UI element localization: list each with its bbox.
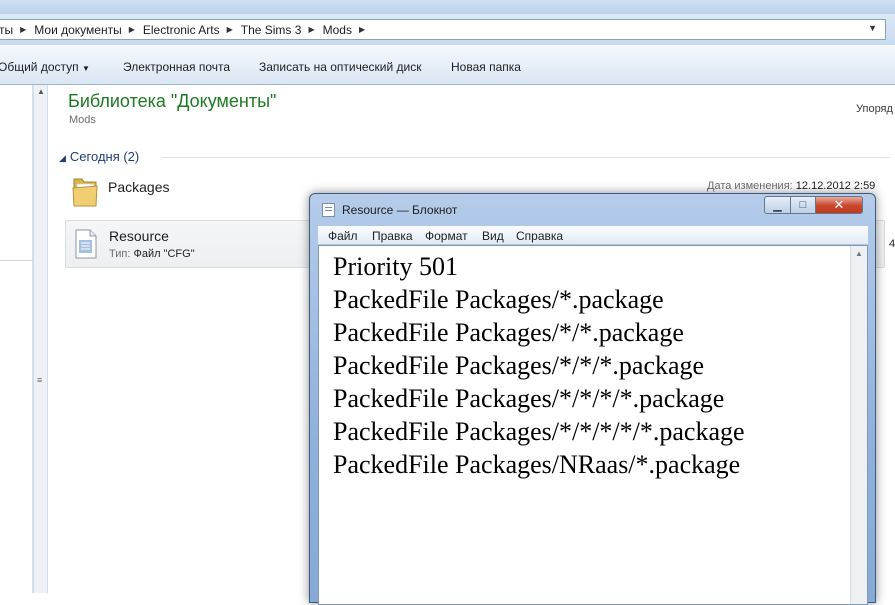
- breadcrumb-item[interactable]: The Sims 3: [235, 23, 307, 37]
- command-bar: Общий доступ ▼ Электронная почта Записат…: [0, 45, 895, 85]
- menu-format[interactable]: Формат: [425, 229, 468, 243]
- text-editor[interactable]: Priority 501 PackedFile Packages/*.packag…: [318, 245, 868, 605]
- explorer-title-strip: [0, 0, 895, 14]
- address-bar: ты ▶ Мои документы ▶ Electronic Arts ▶ T…: [0, 14, 895, 45]
- breadcrumb-item[interactable]: Mods: [317, 23, 357, 37]
- text-line: PackedFile Packages/*/*/*/*.package: [333, 384, 725, 413]
- file-type: Тип: Файл "CFG": [109, 248, 195, 260]
- date-label: Дата изменения:: [707, 180, 793, 192]
- date-value: 12.12.2012 2:59: [795, 180, 876, 192]
- text-line: PackedFile Packages/*/*/*.package: [333, 351, 705, 380]
- notepad-icon[interactable]: [322, 203, 335, 217]
- new-folder-button[interactable]: Новая папка: [451, 60, 521, 74]
- window-title: Resource — Блокнот: [342, 203, 458, 217]
- group-header[interactable]: ◢ Сегодня (2): [59, 149, 139, 164]
- share-label: Общий доступ: [0, 60, 79, 74]
- breadcrumb-item[interactable]: Мои документы: [28, 23, 126, 37]
- chevron-right-icon[interactable]: ▶: [306, 25, 316, 34]
- navigation-pane[interactable]: [0, 85, 33, 593]
- minimize-button[interactable]: ▁: [764, 196, 791, 214]
- text-line: PackedFile Packages/NRaas/*.package: [333, 450, 741, 479]
- arrange-by-button[interactable]: Упоряд: [856, 103, 893, 115]
- library-subtitle: Mods: [69, 114, 96, 126]
- file-name: Packages: [108, 179, 170, 195]
- chevron-right-icon[interactable]: ▶: [18, 25, 28, 34]
- notepad-window[interactable]: Resource — Блокнот ▁ □ ✕ Файл Правка Фор…: [309, 193, 876, 605]
- burn-disc-button[interactable]: Записать на оптический диск: [259, 60, 422, 74]
- close-button[interactable]: ✕: [815, 196, 863, 214]
- minimize-icon: ▁: [773, 199, 782, 212]
- scroll-up-icon[interactable]: ▲: [855, 249, 863, 258]
- breadcrumb-item[interactable]: ты: [0, 23, 18, 37]
- scroll-grip-icon[interactable]: ≡: [37, 375, 42, 385]
- library-title: Библиотека "Документы": [68, 91, 277, 111]
- chevron-down-icon: ▼: [81, 64, 90, 73]
- group-label: Сегодня (2): [69, 149, 140, 164]
- email-button[interactable]: Электронная почта: [123, 60, 230, 74]
- type-value: Файл "CFG": [133, 248, 195, 260]
- maximize-icon: □: [799, 199, 807, 211]
- breadcrumb-item[interactable]: Electronic Arts: [137, 23, 225, 37]
- chevron-right-icon[interactable]: ▶: [357, 25, 367, 34]
- text-line: PackedFile Packages/*.package: [333, 285, 664, 314]
- menu-file[interactable]: Файл: [328, 229, 358, 243]
- file-name: Resource: [109, 228, 169, 244]
- vertical-scrollbar[interactable]: ▲: [850, 246, 867, 604]
- chevron-right-icon[interactable]: ▶: [127, 25, 137, 34]
- share-button[interactable]: Общий доступ ▼: [0, 60, 90, 74]
- date-modified: Дата изменения: 12.12.2012 2:59: [707, 180, 875, 192]
- size-fragment: 4: [889, 238, 895, 250]
- cfg-file-icon: [75, 229, 97, 259]
- type-label: Тип:: [109, 248, 131, 260]
- text-line: PackedFile Packages/*/*/*/*/*.package: [333, 417, 745, 446]
- breadcrumb[interactable]: ты ▶ Мои документы ▶ Electronic Arts ▶ T…: [0, 19, 886, 40]
- folder-icon: [72, 178, 98, 207]
- divider: [161, 157, 891, 158]
- chevron-down-icon[interactable]: ▼: [868, 23, 877, 33]
- menu-edit[interactable]: Правка: [372, 229, 413, 243]
- close-icon: ✕: [833, 197, 845, 212]
- text-line: Priority 501: [333, 252, 458, 281]
- maximize-button[interactable]: □: [790, 196, 816, 214]
- editor-text[interactable]: Priority 501 PackedFile Packages/*.packag…: [333, 250, 745, 481]
- menu-help[interactable]: Справка: [516, 229, 563, 243]
- chevron-right-icon[interactable]: ▶: [225, 25, 235, 34]
- menu-view[interactable]: Вид: [482, 229, 504, 243]
- navigation-scrollbar[interactable]: ▲ ≡: [33, 85, 48, 593]
- collapse-triangle-icon[interactable]: ◢: [59, 153, 66, 163]
- divider: [0, 260, 33, 261]
- text-line: PackedFile Packages/*/*.package: [333, 318, 684, 347]
- scroll-up-icon[interactable]: ▲: [37, 87, 45, 96]
- menu-bar: Файл Правка Формат Вид Справка: [318, 226, 868, 244]
